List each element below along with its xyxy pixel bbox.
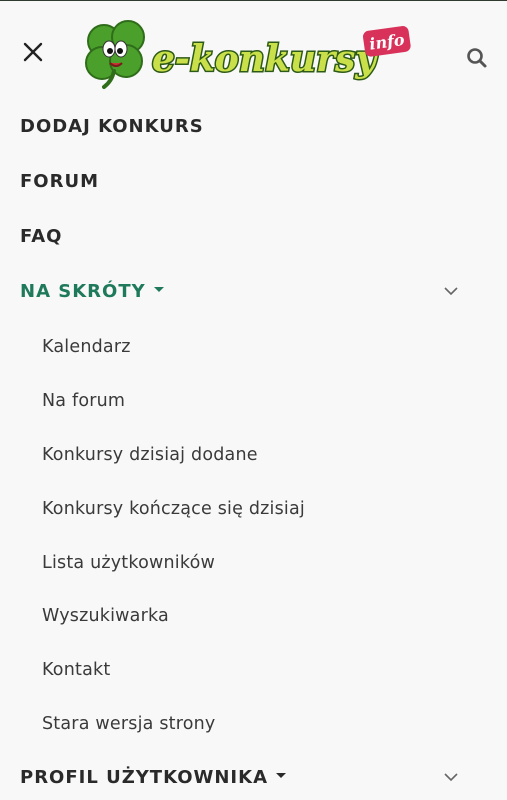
close-menu-button[interactable] [18,37,48,67]
submenu-item-kontakt[interactable]: Kontakt [0,646,507,694]
menu-item-label: DODAJ KONKURS [20,115,204,137]
clover-logo [85,20,145,89]
menu-item-faq[interactable]: FAQ [0,209,507,263]
menu-item-na-skroty[interactable]: NA SKRÓTY [0,264,507,318]
submenu-item-stara-wersja[interactable]: Stara wersja strony [0,700,507,748]
submenu-item-wyszukiwarka[interactable]: Wyszukiwarka [0,592,507,640]
logo-text: e-konkursy [152,38,378,80]
submenu-item-na-forum[interactable]: Na forum [0,377,507,425]
menu-item-forum[interactable]: FORUM [0,154,507,208]
submenu-item-label: Stara wersja strony [42,714,216,734]
submenu-item-label: Kalendarz [42,337,131,357]
menu-item-label: FORUM [20,170,99,192]
close-icon [23,42,43,62]
submenu-item-label: Lista użytkowników [42,553,215,573]
menu-item-label: FAQ [20,225,63,247]
site-logo[interactable]: e-konkursy info [82,15,418,91]
submenu-item-konkursy-konczace[interactable]: Konkursy kończące się dzisiaj [0,485,507,533]
chevron-down-icon[interactable] [441,767,461,787]
chevron-down-icon[interactable] [441,281,461,301]
menu-item-label: PROFIL UŻYTKOWNIKA [20,767,287,788]
caret-down-icon [276,773,287,778]
submenu-item-lista-uzytkownikow[interactable]: Lista użytkowników [0,539,507,587]
search-button[interactable] [462,43,492,73]
search-icon [467,48,487,68]
caret-down-icon [153,287,164,292]
submenu-item-label: Konkursy kończące się dzisiaj [42,499,305,519]
submenu-item-label: Na forum [42,391,126,411]
submenu-item-kalendarz[interactable]: Kalendarz [0,323,507,371]
menu-item-dodaj-konkurs[interactable]: DODAJ KONKURS [0,99,507,153]
submenu-item-label: Kontakt [42,660,111,680]
submenu-item-label: Konkursy dzisiaj dodane [42,445,258,465]
header: e-konkursy info [0,1,507,99]
menu-item-label: NA SKRÓTY [20,281,164,302]
menu-item-profil-uzytkownika[interactable]: PROFIL UŻYTKOWNIKA [0,750,507,800]
submenu-item-label: Wyszukiwarka [42,606,169,626]
submenu-item-konkursy-dzisiaj-dodane[interactable]: Konkursy dzisiaj dodane [0,431,507,479]
